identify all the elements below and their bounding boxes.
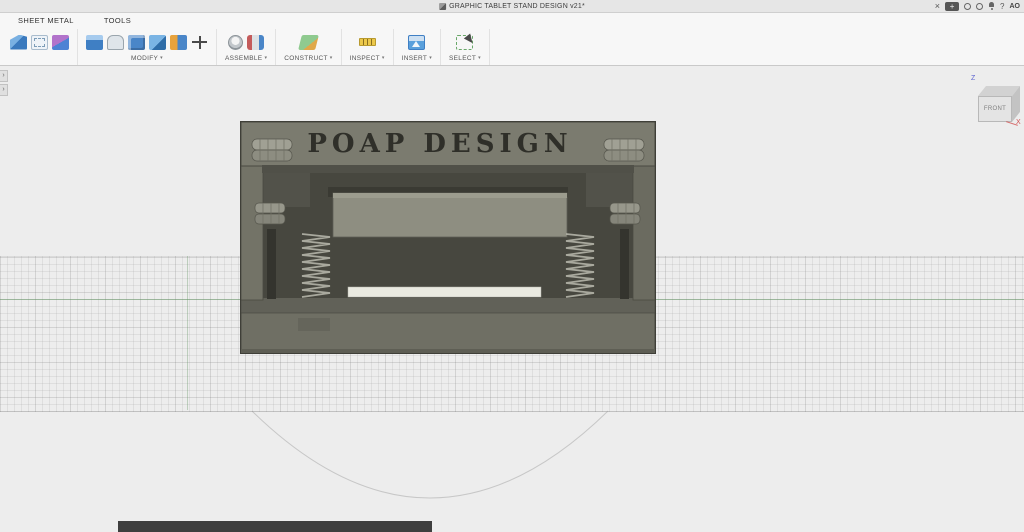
view-cube[interactable]: FRONT Z X bbox=[962, 75, 1022, 130]
select-icons bbox=[456, 31, 474, 53]
toolbar-group-modify: MODIFY ▾ bbox=[78, 29, 217, 65]
insert-label: INSERT bbox=[401, 54, 428, 62]
chevron-down-icon: ▾ bbox=[264, 55, 268, 61]
panel-toggle-browser[interactable]: › bbox=[0, 70, 8, 82]
help-icon[interactable]: ? bbox=[1000, 2, 1004, 11]
close-icon[interactable]: × bbox=[935, 0, 940, 12]
construct-label: CONSTRUCT bbox=[284, 54, 328, 62]
shell-icon[interactable] bbox=[128, 34, 145, 50]
fillet-icon[interactable] bbox=[107, 34, 124, 50]
bottom-bar bbox=[118, 521, 432, 532]
tab-sheet-metal[interactable]: SHEET METAL bbox=[18, 16, 74, 25]
inspect-dropdown[interactable]: INSPECT ▾ bbox=[350, 53, 385, 63]
select-label: SELECT bbox=[449, 54, 477, 62]
inspect-icons bbox=[358, 31, 376, 53]
convert-to-sheet-metal-icon[interactable] bbox=[31, 34, 48, 50]
toolbar: MODIFY ▾ ASSEMBLE ▾ CONSTRUCT ▾ INSPECT … bbox=[0, 29, 1024, 66]
hinge-top-left[interactable] bbox=[251, 138, 293, 162]
toolbar-group-assemble: ASSEMBLE ▾ bbox=[217, 29, 277, 65]
assemble-dropdown[interactable]: ASSEMBLE ▾ bbox=[225, 53, 267, 63]
select-dropdown[interactable]: SELECT ▾ bbox=[449, 53, 481, 63]
toolbar-group-inspect: INSPECT ▾ bbox=[342, 29, 394, 65]
assemble-icons bbox=[228, 31, 265, 53]
flange-icon[interactable] bbox=[10, 34, 27, 50]
notification-bell-icon[interactable] bbox=[988, 2, 995, 10]
insert-icons bbox=[408, 31, 426, 53]
joint-icon[interactable] bbox=[247, 34, 265, 50]
combine-icon[interactable] bbox=[149, 34, 166, 50]
axis-z-label: Z bbox=[971, 75, 976, 82]
model-tablet-stand[interactable]: POAP DESIGN bbox=[240, 121, 656, 354]
chevron-down-icon: ▾ bbox=[329, 55, 333, 61]
user-avatar[interactable]: AO bbox=[1010, 3, 1021, 10]
chevron-down-icon: ▾ bbox=[429, 55, 433, 61]
model-engraving-text: POAP DESIGN bbox=[307, 129, 572, 159]
modify-dropdown[interactable]: MODIFY ▾ bbox=[131, 53, 163, 63]
hinge-top-right[interactable] bbox=[603, 138, 645, 162]
chevron-down-icon: ▾ bbox=[381, 55, 385, 61]
press-pull-icon[interactable] bbox=[86, 34, 103, 50]
titlebar-center: GRAPHIC TABLET STAND DESIGN v21* bbox=[439, 0, 585, 12]
new-component-icon[interactable] bbox=[228, 34, 244, 50]
split-body-icon[interactable] bbox=[170, 34, 187, 50]
app-logo-icon bbox=[439, 2, 447, 10]
view-cube-front-face[interactable]: FRONT bbox=[978, 96, 1012, 122]
modify-icons bbox=[86, 31, 208, 53]
assemble-label: ASSEMBLE bbox=[225, 54, 263, 62]
status-circle-icon[interactable] bbox=[964, 2, 972, 10]
new-body-icon[interactable] bbox=[52, 34, 69, 50]
titlebar: GRAPHIC TABLET STAND DESIGN v21* × + ? A… bbox=[0, 0, 1024, 13]
sync-circle-icon[interactable] bbox=[976, 2, 984, 10]
titlebar-actions: × + ? AO bbox=[935, 0, 1020, 12]
tab-tools[interactable]: TOOLS bbox=[104, 16, 131, 25]
insert-image-icon[interactable] bbox=[408, 34, 426, 50]
construct-icons bbox=[298, 31, 319, 53]
toolbar-group-create bbox=[2, 29, 78, 65]
construct-plane-icon[interactable] bbox=[298, 34, 319, 50]
document-title: GRAPHIC TABLET STAND DESIGN v21* bbox=[449, 2, 585, 10]
workspace-tabs: SHEET METAL TOOLS bbox=[0, 12, 1024, 29]
select-cursor-icon[interactable] bbox=[456, 34, 474, 50]
move-icon[interactable] bbox=[191, 35, 208, 50]
toolbar-group-insert: INSERT ▾ bbox=[394, 29, 442, 65]
create-icons bbox=[10, 31, 69, 53]
measure-icon[interactable] bbox=[358, 38, 376, 46]
toolbar-group-select: SELECT ▾ bbox=[441, 29, 490, 65]
chevron-down-icon: ▾ bbox=[478, 55, 481, 61]
inspect-label: INSPECT bbox=[349, 54, 380, 62]
construct-dropdown[interactable]: CONSTRUCT ▾ bbox=[284, 53, 332, 63]
panel-toggle-comments[interactable]: › bbox=[0, 84, 8, 96]
insert-dropdown[interactable]: INSERT ▾ bbox=[402, 53, 432, 63]
chevron-down-icon: ▾ bbox=[160, 55, 163, 61]
viewport-3d[interactable]: POAP DESIGN FRONT Z X › › bbox=[0, 66, 1024, 532]
add-button[interactable]: + bbox=[945, 1, 960, 11]
toolbar-group-construct: CONSTRUCT ▾ bbox=[276, 29, 342, 65]
modify-label: MODIFY bbox=[131, 54, 159, 62]
